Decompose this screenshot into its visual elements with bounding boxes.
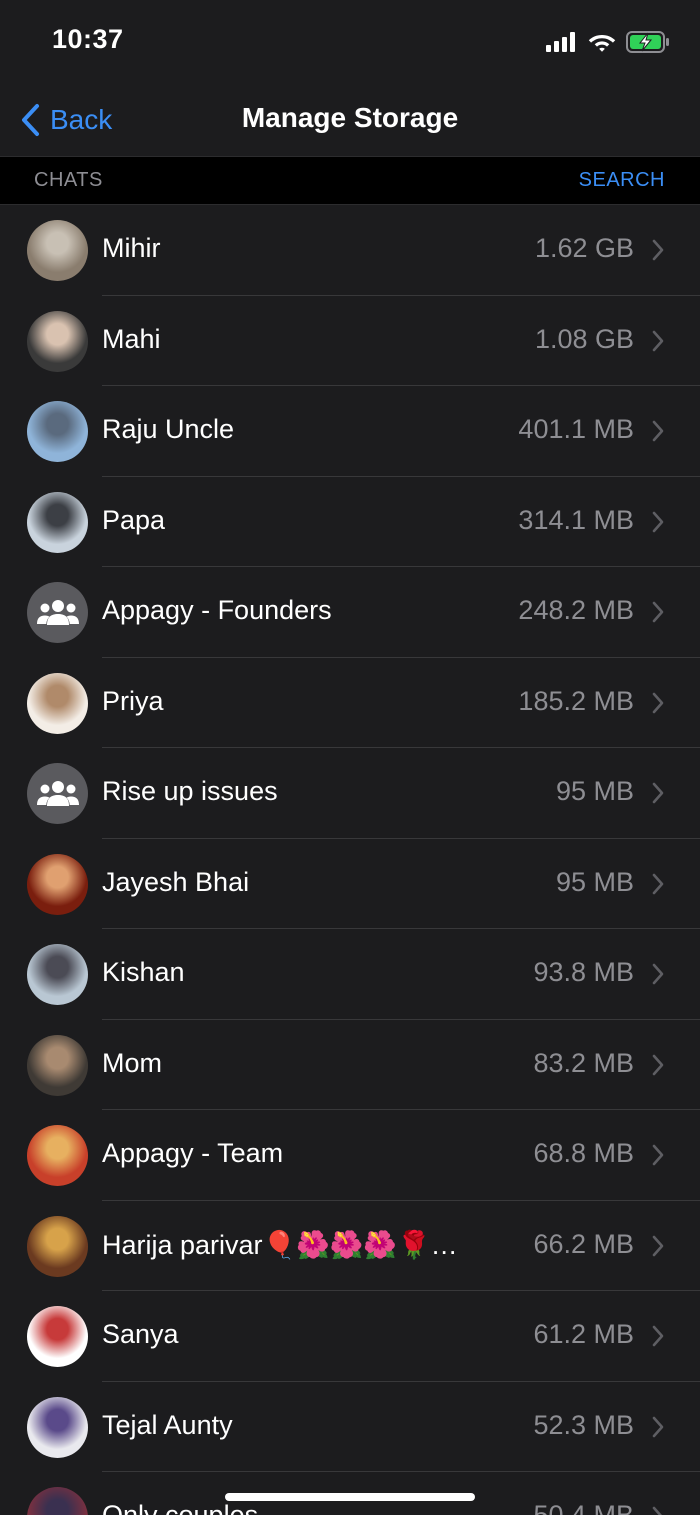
chat-name: Rise up issues [102, 776, 278, 806]
status-time: 10:37 [52, 24, 124, 54]
chat-storage-size: 95 MB [555, 866, 634, 897]
chat-row[interactable]: Raju Uncle 401.1 MB [0, 386, 700, 477]
avatar [27, 1396, 88, 1458]
chat-storage-list: Mihir 1.62 GB Mahi 1.08 GB Raju Uncle 401.1 M… [0, 205, 700, 1515]
chat-row[interactable]: Jayesh Bhai 95 MB [0, 839, 700, 929]
chat-name: Only couples [102, 1500, 259, 1515]
navigation-bar: Back Manage Storage [0, 86, 700, 156]
chat-name: Priya [102, 685, 164, 716]
chat-storage-size: 68.8 MB [533, 1138, 634, 1168]
chat-storage-size: 314.1 MB [518, 504, 634, 535]
back-button[interactable]: Back [20, 100, 112, 140]
chevron-right-icon [652, 239, 664, 261]
cellular-signal-icon [546, 32, 575, 52]
chat-storage-size: 1.62 GB [534, 233, 634, 263]
chat-storage-size: 83.2 MB [533, 1047, 634, 1078]
chat-row[interactable]: Appagy - Team 68.8 MB [0, 1110, 700, 1201]
avatar [27, 853, 88, 915]
chat-name: Raju Uncle [102, 414, 235, 444]
avatar [27, 1487, 88, 1515]
chat-storage-size: 1.08 GB [534, 323, 634, 354]
chat-row[interactable]: Papa 314.1 MB [0, 477, 700, 567]
chat-storage-size: 61.2 MB [533, 1319, 634, 1349]
avatar [27, 401, 88, 462]
chevron-right-icon [652, 1054, 664, 1075]
back-label: Back [50, 104, 113, 135]
chevron-right-icon [652, 601, 664, 623]
manage-storage-screen: 10:37 Back Manage Storage CHATS SEARCH M… [0, 0, 700, 1515]
chevron-right-icon [652, 1235, 664, 1256]
avatar [27, 1034, 88, 1096]
chevron-right-icon [652, 1144, 664, 1166]
chat-storage-size: 52.3 MB [533, 1409, 634, 1440]
chevron-right-icon [652, 420, 664, 442]
avatar [27, 1306, 88, 1367]
chat-name: Jayesh Bhai [102, 866, 250, 897]
chat-storage-size: 248.2 MB [518, 595, 634, 625]
chevron-right-icon [652, 963, 664, 985]
chat-name: Mom [102, 1047, 162, 1078]
chevron-left-icon [22, 104, 39, 136]
avatar [27, 944, 88, 1005]
section-title: CHATS [34, 169, 103, 191]
group-avatar-icon [27, 763, 88, 824]
avatar [27, 672, 88, 734]
chat-row[interactable]: Priya 185.2 MB [0, 658, 700, 748]
chat-name: Mahi [102, 323, 161, 354]
chat-name: Appagy - Team [102, 1138, 284, 1168]
status-bar: 10:37 [0, 0, 700, 86]
avatar [27, 1215, 88, 1277]
chevron-right-icon [652, 330, 664, 351]
chat-name: Papa [102, 504, 166, 535]
chat-row[interactable]: Rise up issues 95 MB [0, 748, 700, 839]
status-icons [546, 30, 670, 54]
battery-charging-icon [626, 31, 669, 53]
chat-name: Sanya [102, 1319, 179, 1349]
avatar [27, 220, 88, 281]
search-button[interactable]: SEARCH [579, 169, 665, 192]
chat-row[interactable]: Sanya 61.2 MB [0, 1291, 700, 1382]
chat-row[interactable]: Tejal Aunty 52.3 MB [0, 1382, 700, 1472]
chevron-right-icon [652, 782, 664, 804]
wifi-icon [588, 35, 616, 52]
chevron-right-icon [652, 511, 664, 532]
chevron-right-icon [652, 1416, 664, 1437]
chat-name: Appagy - Founders [102, 595, 332, 625]
chat-row[interactable]: Kishan 93.8 MB [0, 929, 700, 1020]
chat-storage-size: 95 MB [555, 776, 634, 806]
chat-row[interactable]: Mihir 1.62 GB [0, 205, 700, 296]
avatar [27, 1125, 88, 1186]
chat-storage-size: 185.2 MB [518, 685, 634, 716]
chats-section-header: CHATS SEARCH [0, 156, 700, 205]
chat-row[interactable]: Harija parivar🎈🌺🌺🌺🌹… 66.2 MB [0, 1201, 700, 1291]
chat-row[interactable]: Mom 83.2 MB [0, 1020, 700, 1110]
chat-name: Mihir [102, 233, 161, 263]
avatar [27, 310, 88, 372]
home-indicator[interactable] [225, 1493, 475, 1501]
chat-storage-size: 66.2 MB [533, 1228, 634, 1259]
chat-storage-size: 93.8 MB [533, 957, 634, 987]
group-avatar-icon [27, 582, 88, 643]
chevron-right-icon [652, 692, 664, 713]
chevron-right-icon [652, 873, 664, 894]
chat-name: Kishan [102, 957, 185, 987]
avatar [27, 491, 88, 553]
chat-storage-size: 401.1 MB [518, 414, 634, 444]
chat-row[interactable]: Mahi 1.08 GB [0, 296, 700, 386]
chevron-right-icon [652, 1325, 664, 1347]
chat-name: Harija parivar🎈🌺🌺🌺🌹… [102, 1229, 458, 1260]
chevron-right-icon [652, 1506, 662, 1515]
chat-name: Tejal Aunty [102, 1409, 233, 1440]
chat-row[interactable]: Appagy - Founders 248.2 MB [0, 567, 700, 658]
chat-storage-size: 50.4 MB [533, 1500, 634, 1515]
